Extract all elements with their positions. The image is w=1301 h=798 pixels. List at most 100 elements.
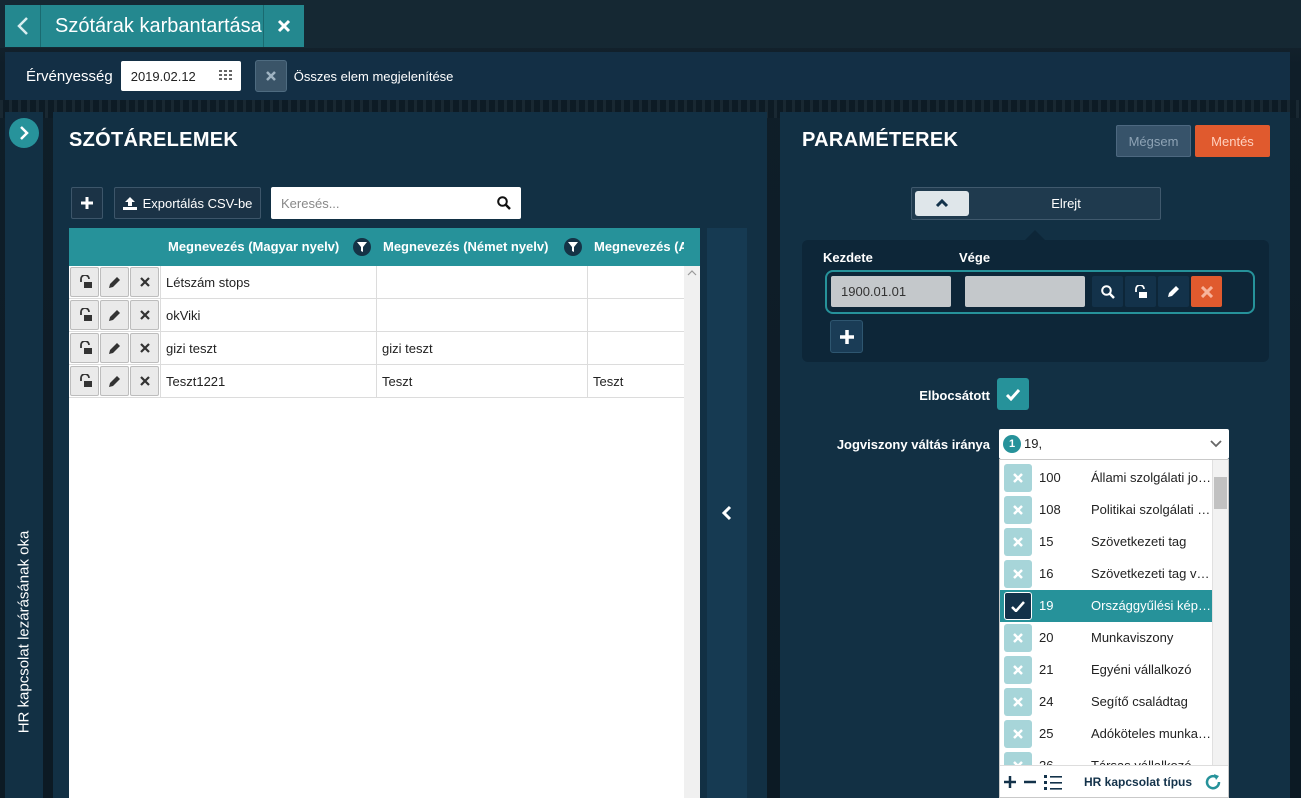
export-csv-button[interactable]: Exportálás CSV-be [114, 187, 261, 219]
list-item[interactable]: 16 Szövetkezeti tag vállalkozási [1000, 558, 1213, 590]
terminated-checkbox[interactable] [997, 378, 1029, 410]
unlock-icon [1135, 284, 1147, 298]
calendar-icon [218, 70, 232, 80]
option-name: Egyéni vállalkozó [1091, 662, 1192, 677]
validity-button[interactable] [70, 300, 99, 330]
search-input[interactable]: Keresés... [271, 187, 521, 219]
validity-button[interactable] [70, 267, 99, 297]
delete-button[interactable] [130, 366, 159, 396]
option-code: 100 [1039, 470, 1061, 485]
delete-button[interactable] [130, 300, 159, 330]
dictionary-sidebar: HR kapcsolat lezárásának oka [5, 112, 43, 798]
list-item[interactable]: 20 Munkaviszony [1000, 622, 1213, 654]
filter-icon[interactable] [353, 238, 371, 256]
filter-icon[interactable] [564, 238, 582, 256]
list-item[interactable]: 108 Politikai szolgálati jogviszony [1000, 494, 1213, 526]
option-name: Adóköteles munkaviszony [1091, 726, 1211, 741]
table-row[interactable]: okViki [69, 299, 684, 332]
check-icon [1005, 388, 1021, 401]
add-item-button[interactable] [71, 187, 103, 219]
edit-button[interactable] [100, 267, 129, 297]
start-label: Kezdete [823, 250, 873, 265]
grid-scrollbar[interactable] [684, 266, 700, 798]
list-item[interactable]: 26 Társas vállalkozó [1000, 750, 1213, 765]
option-name: Országgyűlési képviselő [1091, 598, 1211, 613]
back-button[interactable] [5, 5, 41, 47]
edit-button[interactable] [1158, 276, 1189, 307]
option-name: Állami szolgálati jogviszony [1091, 470, 1211, 485]
filter-bar: Érvényesség 2019.02.12 Összes elem megje… [5, 52, 1290, 100]
search-placeholder: Keresés... [281, 195, 340, 211]
option-name: Segítő családtag [1091, 694, 1188, 709]
list-item[interactable]: 25 Adóköteles munkaviszony [1000, 718, 1213, 750]
option-name: Társas vállalkozó [1091, 750, 1211, 765]
close-tab-button[interactable] [264, 5, 303, 47]
close-icon [139, 310, 150, 320]
delete-period-button[interactable] [1191, 276, 1222, 307]
collapse-panel-button[interactable] [707, 228, 747, 798]
validity-period-box: Kezdete Vége 1900.01.01 [802, 240, 1269, 362]
start-date-field[interactable]: 1900.01.01 [831, 276, 951, 307]
list-item-selected[interactable]: 19 Országgyűlési képviselő [1000, 590, 1213, 622]
table-row[interactable]: Teszt1221 Teszt Teszt [69, 365, 684, 398]
edit-button[interactable] [100, 300, 129, 330]
validity-button[interactable] [70, 366, 99, 396]
direction-multiselect[interactable]: 1 19, [999, 429, 1229, 459]
scroll-thumb[interactable] [1214, 477, 1227, 509]
option-code: 25 [1039, 726, 1054, 741]
pencil-icon [109, 276, 120, 288]
check-icon [1004, 592, 1032, 620]
column-header-german[interactable]: Megnevezés (Német nyelv) [383, 228, 548, 266]
validity-label: Érvényesség [26, 67, 113, 85]
minus-icon[interactable] [1024, 776, 1036, 788]
validity-button[interactable] [70, 333, 99, 363]
search-icon [1100, 284, 1115, 299]
delete-button[interactable] [130, 267, 159, 297]
list-item[interactable]: 21 Egyéni vállalkozó [1000, 654, 1213, 686]
add-period-button[interactable] [830, 320, 863, 353]
edit-button[interactable] [100, 366, 129, 396]
terminated-label: Elbocsátott [919, 388, 990, 403]
cell-english: Teszt [587, 365, 684, 398]
edit-button[interactable] [100, 333, 129, 363]
search-button[interactable] [1092, 276, 1123, 307]
list-item[interactable]: 100 Állami szolgálati jogviszony [1000, 462, 1213, 494]
dictionary-items-panel: SZÓTÁRELEMEK Exportálás CSV-be Keresés..… [53, 112, 767, 798]
cancel-button[interactable]: Mégsem [1116, 125, 1191, 157]
end-date-field[interactable] [965, 276, 1085, 307]
table-row[interactable]: gizi teszt gizi teszt [69, 332, 684, 365]
cell-hungarian: Létszám stops [160, 266, 376, 299]
direction-label: Jogviszony váltás iránya [836, 437, 990, 452]
search-icon [497, 196, 511, 210]
upload-icon [122, 196, 137, 210]
chevron-up-icon [935, 199, 949, 208]
list-icon[interactable] [1044, 774, 1062, 790]
refresh-icon[interactable] [1204, 773, 1222, 791]
save-button[interactable]: Mentés [1195, 125, 1270, 157]
column-header-hungarian[interactable]: Megnevezés (Magyar nyelv) [168, 228, 339, 266]
validity-date-input[interactable]: 2019.02.12 [120, 61, 241, 91]
tab-active[interactable]: Szótárak karbantartása [5, 5, 304, 47]
option-code: 21 [1039, 662, 1054, 677]
list-item[interactable]: 15 Szövetkezeti tag [1000, 526, 1213, 558]
unlock-icon [79, 374, 92, 387]
table-row[interactable]: Létszám stops [69, 266, 684, 299]
option-code: 16 [1039, 566, 1054, 581]
dropdown-list: 100 Állami szolgálati jogviszony 108 Pol… [1000, 460, 1213, 765]
unlock-icon [79, 341, 92, 354]
unlock-button[interactable] [1125, 276, 1156, 307]
scroll-up-icon [687, 270, 697, 276]
close-icon [139, 376, 150, 386]
show-all-checkbox[interactable] [254, 60, 287, 92]
expand-sidebar-button[interactable] [9, 118, 39, 148]
close-icon [139, 277, 150, 287]
delete-button[interactable] [130, 333, 159, 363]
dropdown-scrollbar[interactable] [1212, 460, 1228, 765]
column-header-english[interactable]: Megnevezés (Angol nyelv) [594, 228, 684, 266]
collapse-button[interactable] [915, 191, 969, 216]
cross-icon [265, 71, 276, 81]
list-item[interactable]: 24 Segítő családtag [1000, 686, 1213, 718]
plus-icon[interactable] [1004, 776, 1016, 788]
hide-toggle[interactable]: Elrejt [911, 187, 1161, 220]
plus-icon [839, 329, 854, 344]
